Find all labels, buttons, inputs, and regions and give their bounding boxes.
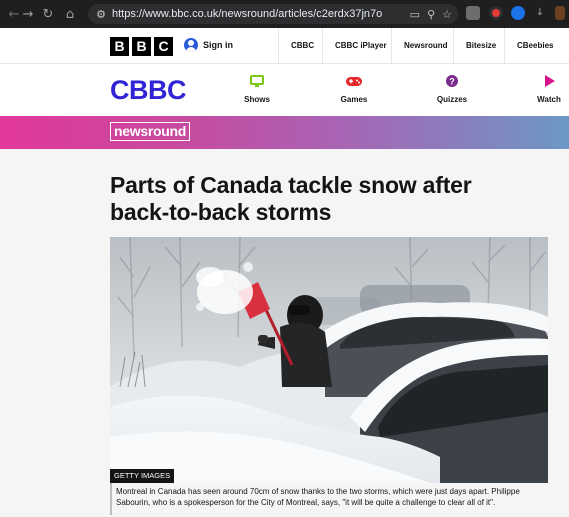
extension-icon[interactable]: [511, 6, 525, 20]
cbbc-logo[interactable]: CBBC: [110, 75, 187, 106]
image-credit: GETTY IMAGES: [110, 469, 175, 483]
url-text[interactable]: https://www.bbc.co.uk/newsround/articles…: [112, 8, 382, 20]
article-headline: Parts of Canada tackle snow after back-t…: [110, 172, 472, 225]
tv-icon: [227, 74, 287, 92]
download-icon[interactable]: ↓: [533, 6, 547, 20]
play-icon: [519, 74, 569, 92]
record-extension-icon[interactable]: [489, 6, 503, 20]
arrow-right-icon: →: [22, 6, 34, 22]
gamepad-icon: [324, 74, 384, 92]
nav-item-label: Shows: [244, 95, 270, 104]
browser-toolbar: ← → ↻ ⌂ ⚙ https://www.bbc.co.uk/newsroun…: [0, 0, 569, 28]
nav-item-label: Watch: [537, 95, 561, 104]
nav-item-watch[interactable]: Watch: [519, 74, 569, 104]
nav-item-shows[interactable]: Shows: [227, 74, 287, 104]
svg-text:?: ?: [449, 77, 455, 87]
install-app-icon[interactable]: ▭: [410, 8, 420, 21]
nav-link-cbbc[interactable]: CBBC: [278, 28, 314, 64]
quiz-icon: ?: [422, 74, 482, 92]
newsround-banner: newsround: [0, 116, 569, 149]
site-settings-icon[interactable]: ⚙: [92, 8, 110, 21]
reload-button[interactable]: ↻: [38, 4, 58, 24]
nav-item-label: Quizzes: [436, 95, 468, 104]
menu-icon[interactable]: [555, 6, 565, 20]
nav-link-cbbc-iplayer[interactable]: CBBC iPlayer: [322, 28, 387, 64]
address-bar[interactable]: ⚙ https://www.bbc.co.uk/newsround/articl…: [88, 4, 458, 24]
nav-link-cbeebies[interactable]: CBeebies: [504, 28, 553, 64]
nav-item-quizzes[interactable]: ? Quizzes: [422, 74, 482, 104]
article-image: [110, 237, 548, 483]
newsround-logo[interactable]: newsround: [110, 122, 190, 141]
bbc-global-nav: B B C Sign in CBBC CBBC iPlayer Newsroun…: [0, 28, 569, 64]
reload-icon: ↻: [42, 6, 54, 22]
cbbc-nav: CBBC Shows Games ? Quizzes Watch: [0, 64, 569, 116]
mail-extension-icon[interactable]: [466, 6, 480, 20]
bookmark-star-icon[interactable]: ☆: [442, 8, 452, 21]
home-icon: ⌂: [65, 6, 75, 22]
home-button[interactable]: ⌂: [60, 4, 80, 24]
image-caption: Montreal in Canada has seen around 70cm …: [110, 483, 548, 515]
nav-link-bitesize[interactable]: Bitesize: [453, 28, 496, 64]
nav-link-newsround[interactable]: Newsround: [391, 28, 448, 64]
nav-item-games[interactable]: Games: [324, 74, 384, 104]
forward-button[interactable]: →: [18, 4, 38, 24]
nav-item-label: Games: [340, 95, 368, 104]
zoom-icon[interactable]: ⚲: [427, 8, 435, 21]
